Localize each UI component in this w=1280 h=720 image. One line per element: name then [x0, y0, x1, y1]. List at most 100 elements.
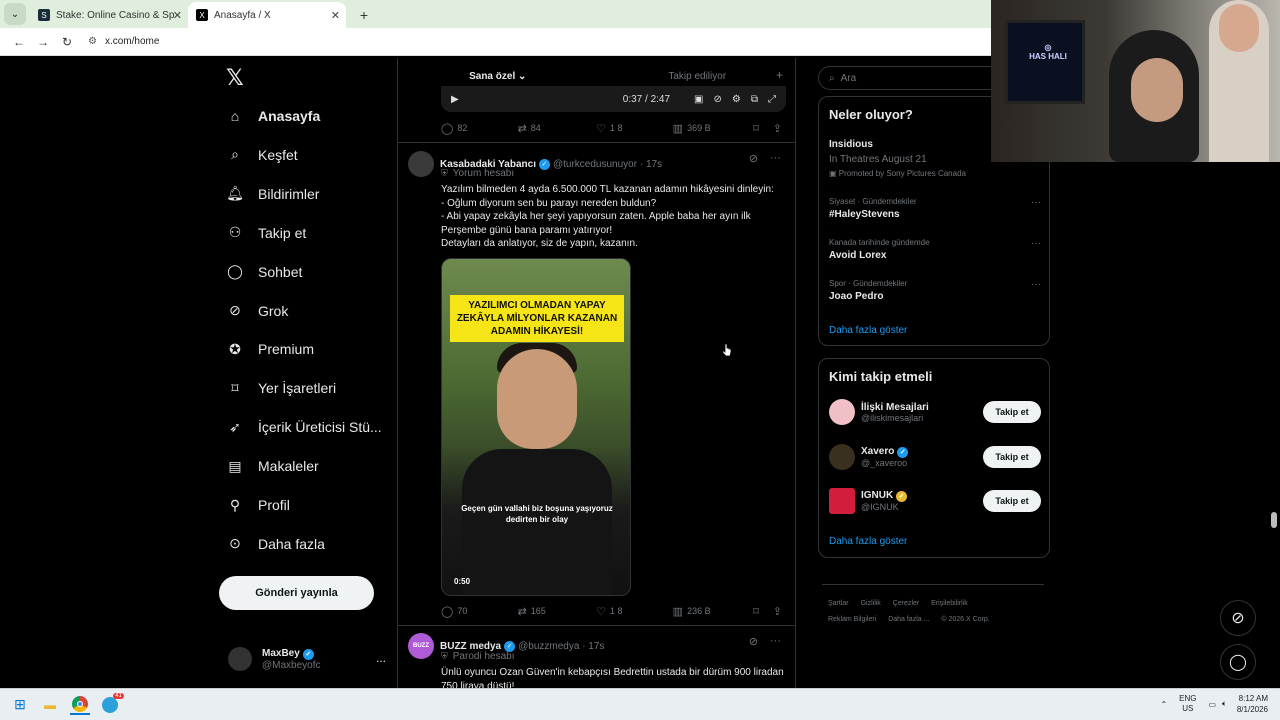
follow-suggestion[interactable]: Xavero ✓ @_xaveroo Takip et	[829, 442, 1041, 472]
post-button[interactable]: Gönderi yayınla	[219, 576, 374, 610]
reply-button[interactable]: ◯ 82	[441, 122, 518, 135]
avatar[interactable]	[408, 151, 434, 177]
close-icon[interactable]: ✕	[173, 9, 182, 22]
like-button[interactable]: ♡ 1 8	[596, 605, 673, 618]
tab-search-button[interactable]: ⌄	[4, 3, 26, 25]
share-icon: ⇪	[772, 122, 782, 135]
nav-item-home[interactable]: ⌂ Anasayfa	[226, 101, 321, 131]
footer-link[interactable]: Reklam Bilgileri	[828, 616, 876, 623]
url-field[interactable]: ⚙ x.com/home	[88, 36, 159, 47]
account-switcher[interactable]: MaxBey ✓ @Maxbeyofc ...	[228, 643, 388, 675]
follow-suggestion[interactable]: İlişki Mesajlari @iliskimesajlari Takip e…	[829, 397, 1041, 427]
chrome-icon[interactable]	[70, 695, 90, 715]
reply-icon: ◯	[441, 605, 454, 618]
network-icon[interactable]: ▭	[1208, 700, 1216, 709]
avatar[interactable]: BUZZ	[408, 633, 434, 659]
webcam-tv: ◎ HAS HALI	[1005, 20, 1085, 104]
nav-item-chat[interactable]: ◯ Sohbet	[226, 257, 302, 287]
author-handle[interactable]: @turkcedusunuyor	[553, 159, 637, 170]
trend-topic: Joao Pedro	[829, 291, 884, 302]
footer-link[interactable]: Gizlilik	[861, 600, 881, 607]
tweet-time[interactable]: · 17s	[640, 159, 662, 170]
share-button[interactable]: ⇪	[773, 605, 786, 618]
more-icon[interactable]: ···	[770, 152, 781, 165]
tab-stake[interactable]: S Stake: Online Casino & Sports B ✕	[30, 2, 188, 28]
nav-item-search[interactable]: ⌕ Keşfet	[226, 140, 298, 170]
tweet-time[interactable]: · 17s	[582, 641, 604, 652]
verified-badge-icon: ✓	[504, 640, 516, 652]
repost-button[interactable]: ⇄ 165	[518, 605, 597, 618]
nav-item-rocket[interactable]: ➶ İçerik Üreticisi Stü...	[226, 412, 382, 442]
more-icon[interactable]: ···	[1031, 279, 1041, 290]
scrollbar[interactable]	[1271, 512, 1277, 528]
clock[interactable]: 8:12 AM 8/1/2026	[1237, 693, 1268, 715]
back-arrow-icon[interactable]: ←	[8, 31, 30, 53]
language-indicator[interactable]: ENG US	[1179, 694, 1196, 714]
author-handle[interactable]: @buzzmedya	[518, 641, 579, 652]
footer-link[interactable]: Çerezler	[893, 600, 919, 607]
more-icon[interactable]: ···	[1031, 238, 1041, 249]
divider	[822, 584, 1044, 585]
trend-item[interactable]: Spor · Gündemdekiler Joao Pedro ···	[829, 279, 1041, 302]
fullscreen-icon[interactable]: ⤢	[768, 94, 776, 105]
grok-icon[interactable]: ⊘	[749, 152, 758, 165]
nav-item-add-user[interactable]: ⚇ Takip et	[226, 218, 307, 248]
nav-item-bookmark[interactable]: ⌑ Yer İşaretleri	[226, 373, 336, 403]
add-tab-icon[interactable]: +	[776, 68, 783, 82]
new-tab-button[interactable]: +	[354, 5, 374, 25]
site-info-icon[interactable]: ⚙	[88, 36, 97, 47]
settings-icon[interactable]: ⚙	[732, 94, 741, 105]
follow-button[interactable]: Takip et	[983, 401, 1041, 423]
tab-x-home[interactable]: X Anasayfa / X ✕	[188, 2, 346, 28]
more-icon[interactable]: ···	[1031, 197, 1041, 208]
trend-item[interactable]: Siyaset · Gündemdekiler #HaleyStevens ··…	[829, 197, 1041, 220]
bookmark-button[interactable]: ⌑	[753, 122, 773, 135]
footer-link[interactable]: Daha fazla ...	[888, 616, 929, 623]
more-icon[interactable]: ···	[770, 635, 781, 648]
like-button[interactable]: ♡ 1 8	[596, 122, 673, 135]
messages-floating-button[interactable]: ◯	[1220, 644, 1256, 680]
windows-start-icon[interactable]: ⊞	[10, 695, 30, 715]
more-icon[interactable]: ...	[376, 651, 386, 665]
file-explorer-icon[interactable]: ▬	[40, 695, 60, 715]
volume-icon[interactable]: 🔈︎	[1222, 699, 1227, 709]
nav-item-bell[interactable]: 🔔︎ Bildirimler	[226, 179, 319, 209]
grok-floating-button[interactable]: ⊘	[1220, 600, 1256, 636]
pip-icon[interactable]: ⧉	[751, 94, 758, 105]
follow-button[interactable]: Takip et	[983, 490, 1041, 512]
nav-item-more-circle[interactable]: ⊙ Daha fazla	[226, 529, 325, 559]
footer-link[interactable]: Erişilebilirlik	[931, 600, 968, 607]
author-name[interactable]: BUZZ medya	[440, 641, 501, 652]
telegram-icon[interactable]: 41	[100, 692, 124, 715]
reply-button[interactable]: ◯ 70	[441, 605, 518, 618]
show-more-link[interactable]: Daha fazla göster	[829, 536, 907, 547]
captions-icon[interactable]: ▣	[694, 94, 703, 105]
tweet-video[interactable]: YAZILIMCI OLMADAN YAPAY ZEKÂYLA MİLYONLA…	[441, 258, 631, 596]
nav-item-profile[interactable]: ⚲ Profil	[226, 490, 290, 520]
chevron-up-icon[interactable]: ⌃	[1160, 700, 1167, 709]
forward-arrow-icon[interactable]: →	[32, 31, 54, 53]
share-button[interactable]: ⇪	[773, 122, 786, 135]
nav-item-premium[interactable]: ✪ Premium	[226, 334, 314, 364]
footer-link[interactable]: Şartlar	[828, 600, 849, 607]
bookmark-button[interactable]: ⌑	[753, 605, 773, 618]
nav-item-grok[interactable]: ⊘ Grok	[226, 296, 288, 326]
trend-item[interactable]: Kanada tarihinde gündemde Avoid Lorex ··…	[829, 238, 1041, 261]
reload-icon[interactable]: ↻	[56, 31, 78, 53]
bookmark-icon: ⌑	[231, 379, 239, 396]
views-button[interactable]: ▥ 236 B	[673, 605, 753, 618]
trend-topic: Avoid Lorex	[829, 250, 887, 261]
grok-icon[interactable]: ⊘	[749, 635, 758, 648]
views-button[interactable]: ▥ 369 B	[673, 122, 753, 135]
x-logo-icon[interactable]: 𝕏	[226, 66, 244, 91]
article-icon: ▤	[228, 457, 242, 474]
show-more-link[interactable]: Daha fazla göster	[829, 325, 907, 336]
follow-suggestion[interactable]: IGNUK ✓ @IGNUK Takip et	[829, 486, 1041, 516]
follow-button[interactable]: Takip et	[983, 446, 1041, 468]
play-icon[interactable]: ▶	[451, 94, 459, 105]
repost-button[interactable]: ⇄ 84	[518, 122, 597, 135]
mute-icon[interactable]: ⊘	[714, 94, 722, 105]
copyright-text: © 2026 X Corp.	[941, 616, 990, 623]
nav-item-article[interactable]: ▤ Makaleler	[226, 451, 318, 481]
close-icon[interactable]: ✕	[331, 9, 340, 22]
